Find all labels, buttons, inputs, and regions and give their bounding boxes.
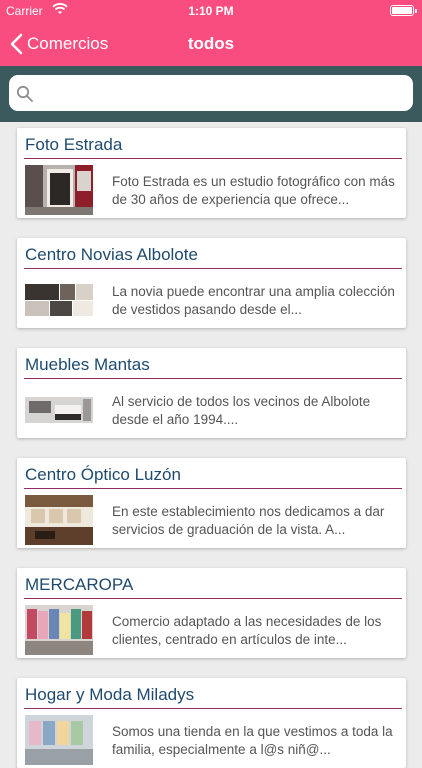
item-description: Comercio adaptado a las necesidades de l…	[112, 614, 382, 647]
item-title: MERCAROPA	[25, 575, 134, 594]
item-divider	[24, 488, 402, 489]
battery-icon	[390, 5, 417, 16]
navigation-bar: Comercios todos	[0, 22, 422, 66]
item-description: En este establecimiento nos dedicamos a …	[112, 504, 385, 537]
status-bar: Carrier 1:10 PM	[0, 0, 422, 22]
item-title: Hogar y Moda Miladys	[25, 685, 195, 704]
search-bar	[0, 66, 422, 122]
item-divider	[24, 598, 402, 599]
item-title: Foto Estrada	[25, 135, 123, 154]
item-thumbnail	[25, 605, 93, 655]
page-title: todos	[187, 34, 235, 53]
item-thumbnail	[25, 165, 93, 215]
item-divider	[24, 378, 402, 379]
status-time: 1:10 PM	[188, 4, 234, 18]
list-item[interactable]: Hogar y Moda Miladys Somos una tienda en…	[17, 678, 406, 768]
list-item[interactable]: Centro Óptico Luzón En este establecimie…	[17, 458, 406, 548]
item-description: Foto Estrada es un estudio fotográfico c…	[112, 174, 395, 207]
item-description: Somos una tienda en la que vestimos a to…	[112, 724, 393, 757]
search-input[interactable]	[9, 75, 413, 111]
item-title: Centro Novias Albolote	[25, 245, 198, 264]
item-thumbnail	[25, 715, 93, 765]
item-thumbnail	[25, 495, 93, 545]
search-icon	[16, 85, 33, 102]
list-item[interactable]: MERCAROPA Comercio adaptado a las necesi…	[17, 568, 406, 658]
item-description: La novia puede encontrar una amplia cole…	[112, 284, 395, 317]
item-divider	[24, 708, 402, 709]
list-item[interactable]: Foto Estrada Foto Estrada es un estudio …	[17, 128, 406, 218]
item-thumbnail	[25, 275, 93, 325]
list-item[interactable]: Centro Novias Albolote La novia puede en…	[17, 238, 406, 328]
list-item[interactable]: Muebles Mantas Al servicio de todos los …	[17, 348, 406, 438]
item-title: Centro Óptico Luzón	[25, 465, 181, 484]
app-header: Carrier 1:10 PM Comercios todos	[0, 0, 422, 66]
item-thumbnail	[25, 385, 93, 435]
item-description: Al servicio de todos los vecinos de Albo…	[112, 394, 371, 427]
item-title: Muebles Mantas	[25, 355, 150, 374]
item-divider	[24, 158, 402, 159]
item-divider	[24, 268, 402, 269]
